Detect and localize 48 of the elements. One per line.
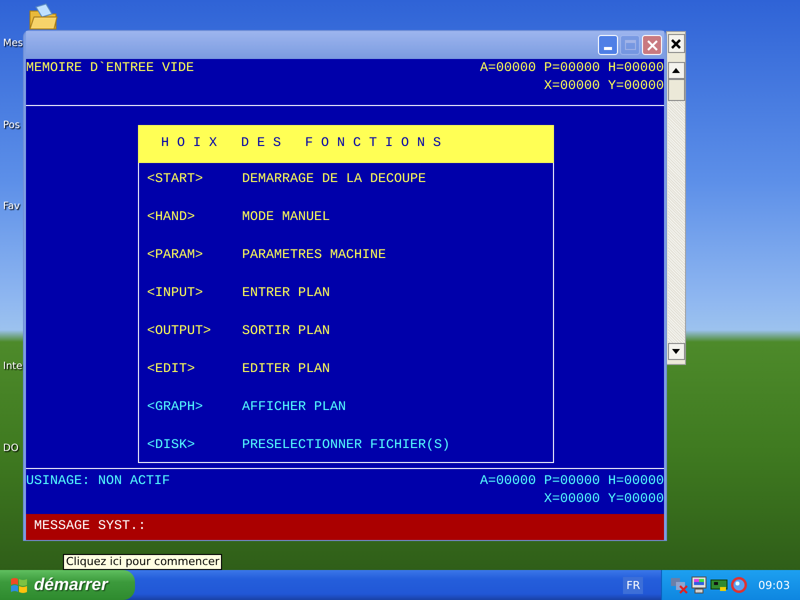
menu-item[interactable]: EDITER PLAN xyxy=(242,361,330,379)
menu-key[interactable]: <OUTPUT> xyxy=(147,323,242,341)
desktop-icon-label[interactable]: Mes xyxy=(3,38,23,49)
globe-icon[interactable] xyxy=(730,576,748,594)
close-icon xyxy=(671,38,681,48)
down-arrow-icon xyxy=(672,349,680,354)
menu-key[interactable]: <INPUT> xyxy=(147,285,242,303)
tooltip: Cliquez ici pour commencer xyxy=(63,554,222,570)
menu-title: HOIX DES FONCTIONS xyxy=(161,135,449,153)
up-arrow-icon xyxy=(672,68,680,73)
folder-icon xyxy=(28,3,58,31)
menu-item[interactable]: PARAMETRES MACHINE xyxy=(242,247,386,265)
menu-key[interactable]: <START> xyxy=(147,171,242,189)
menu-item[interactable]: SORTIR PLAN xyxy=(242,323,330,341)
machining-status: USINAGE: NON ACTIF xyxy=(26,473,170,491)
coordinates-readout: X=00000 Y=00000 xyxy=(544,491,664,509)
desktop-icon-label[interactable]: DO xyxy=(3,443,19,454)
scrollbar[interactable] xyxy=(668,62,684,360)
coordinates-readout: X=00000 Y=00000 xyxy=(544,78,664,96)
menu-item[interactable]: DEMARRAGE DE LA DECOUPE xyxy=(242,171,426,189)
desktop-icon-label[interactable]: Pos xyxy=(3,120,20,131)
minimize-icon xyxy=(604,47,612,50)
minimize-button[interactable] xyxy=(598,35,618,55)
menu-item[interactable]: ENTRER PLAN xyxy=(242,285,330,303)
menu-item[interactable]: MODE MANUEL xyxy=(242,209,330,227)
memory-status: MEMOIRE D`ENTREE VIDE xyxy=(26,60,194,78)
menu-key[interactable]: <EDIT> xyxy=(147,361,242,379)
close-button[interactable] xyxy=(668,34,684,53)
language-indicator[interactable]: FR xyxy=(623,576,644,594)
menu-key[interactable]: <HAND> xyxy=(147,209,242,227)
scroll-up-button[interactable] xyxy=(668,62,684,79)
menu-key[interactable]: <PARAM> xyxy=(147,247,242,265)
close-icon xyxy=(646,40,658,50)
menu-item[interactable]: PRESELECTIONNER FICHIER(S) xyxy=(242,437,450,455)
scroll-thumb[interactable] xyxy=(668,79,684,101)
flag-icon xyxy=(10,576,28,594)
coordinates-readout: A=00000 P=00000 H=00000 xyxy=(480,473,664,491)
desktop-icon-label[interactable]: Inte xyxy=(3,361,22,372)
start-button[interactable]: démarrer xyxy=(0,570,135,600)
maximize-icon xyxy=(624,40,636,50)
menu-key[interactable]: <GRAPH> xyxy=(147,399,242,417)
display-icon[interactable] xyxy=(690,576,708,594)
scroll-down-button[interactable] xyxy=(668,343,684,360)
menu-key[interactable]: <DISK> xyxy=(147,437,242,455)
menu-item[interactable]: AFFICHER PLAN xyxy=(242,399,346,417)
system-message-label: MESSAGE SYST.: xyxy=(34,518,146,536)
clock: 09:03 xyxy=(758,578,790,592)
coordinates-readout: A=00000 P=00000 H=00000 xyxy=(480,60,664,78)
